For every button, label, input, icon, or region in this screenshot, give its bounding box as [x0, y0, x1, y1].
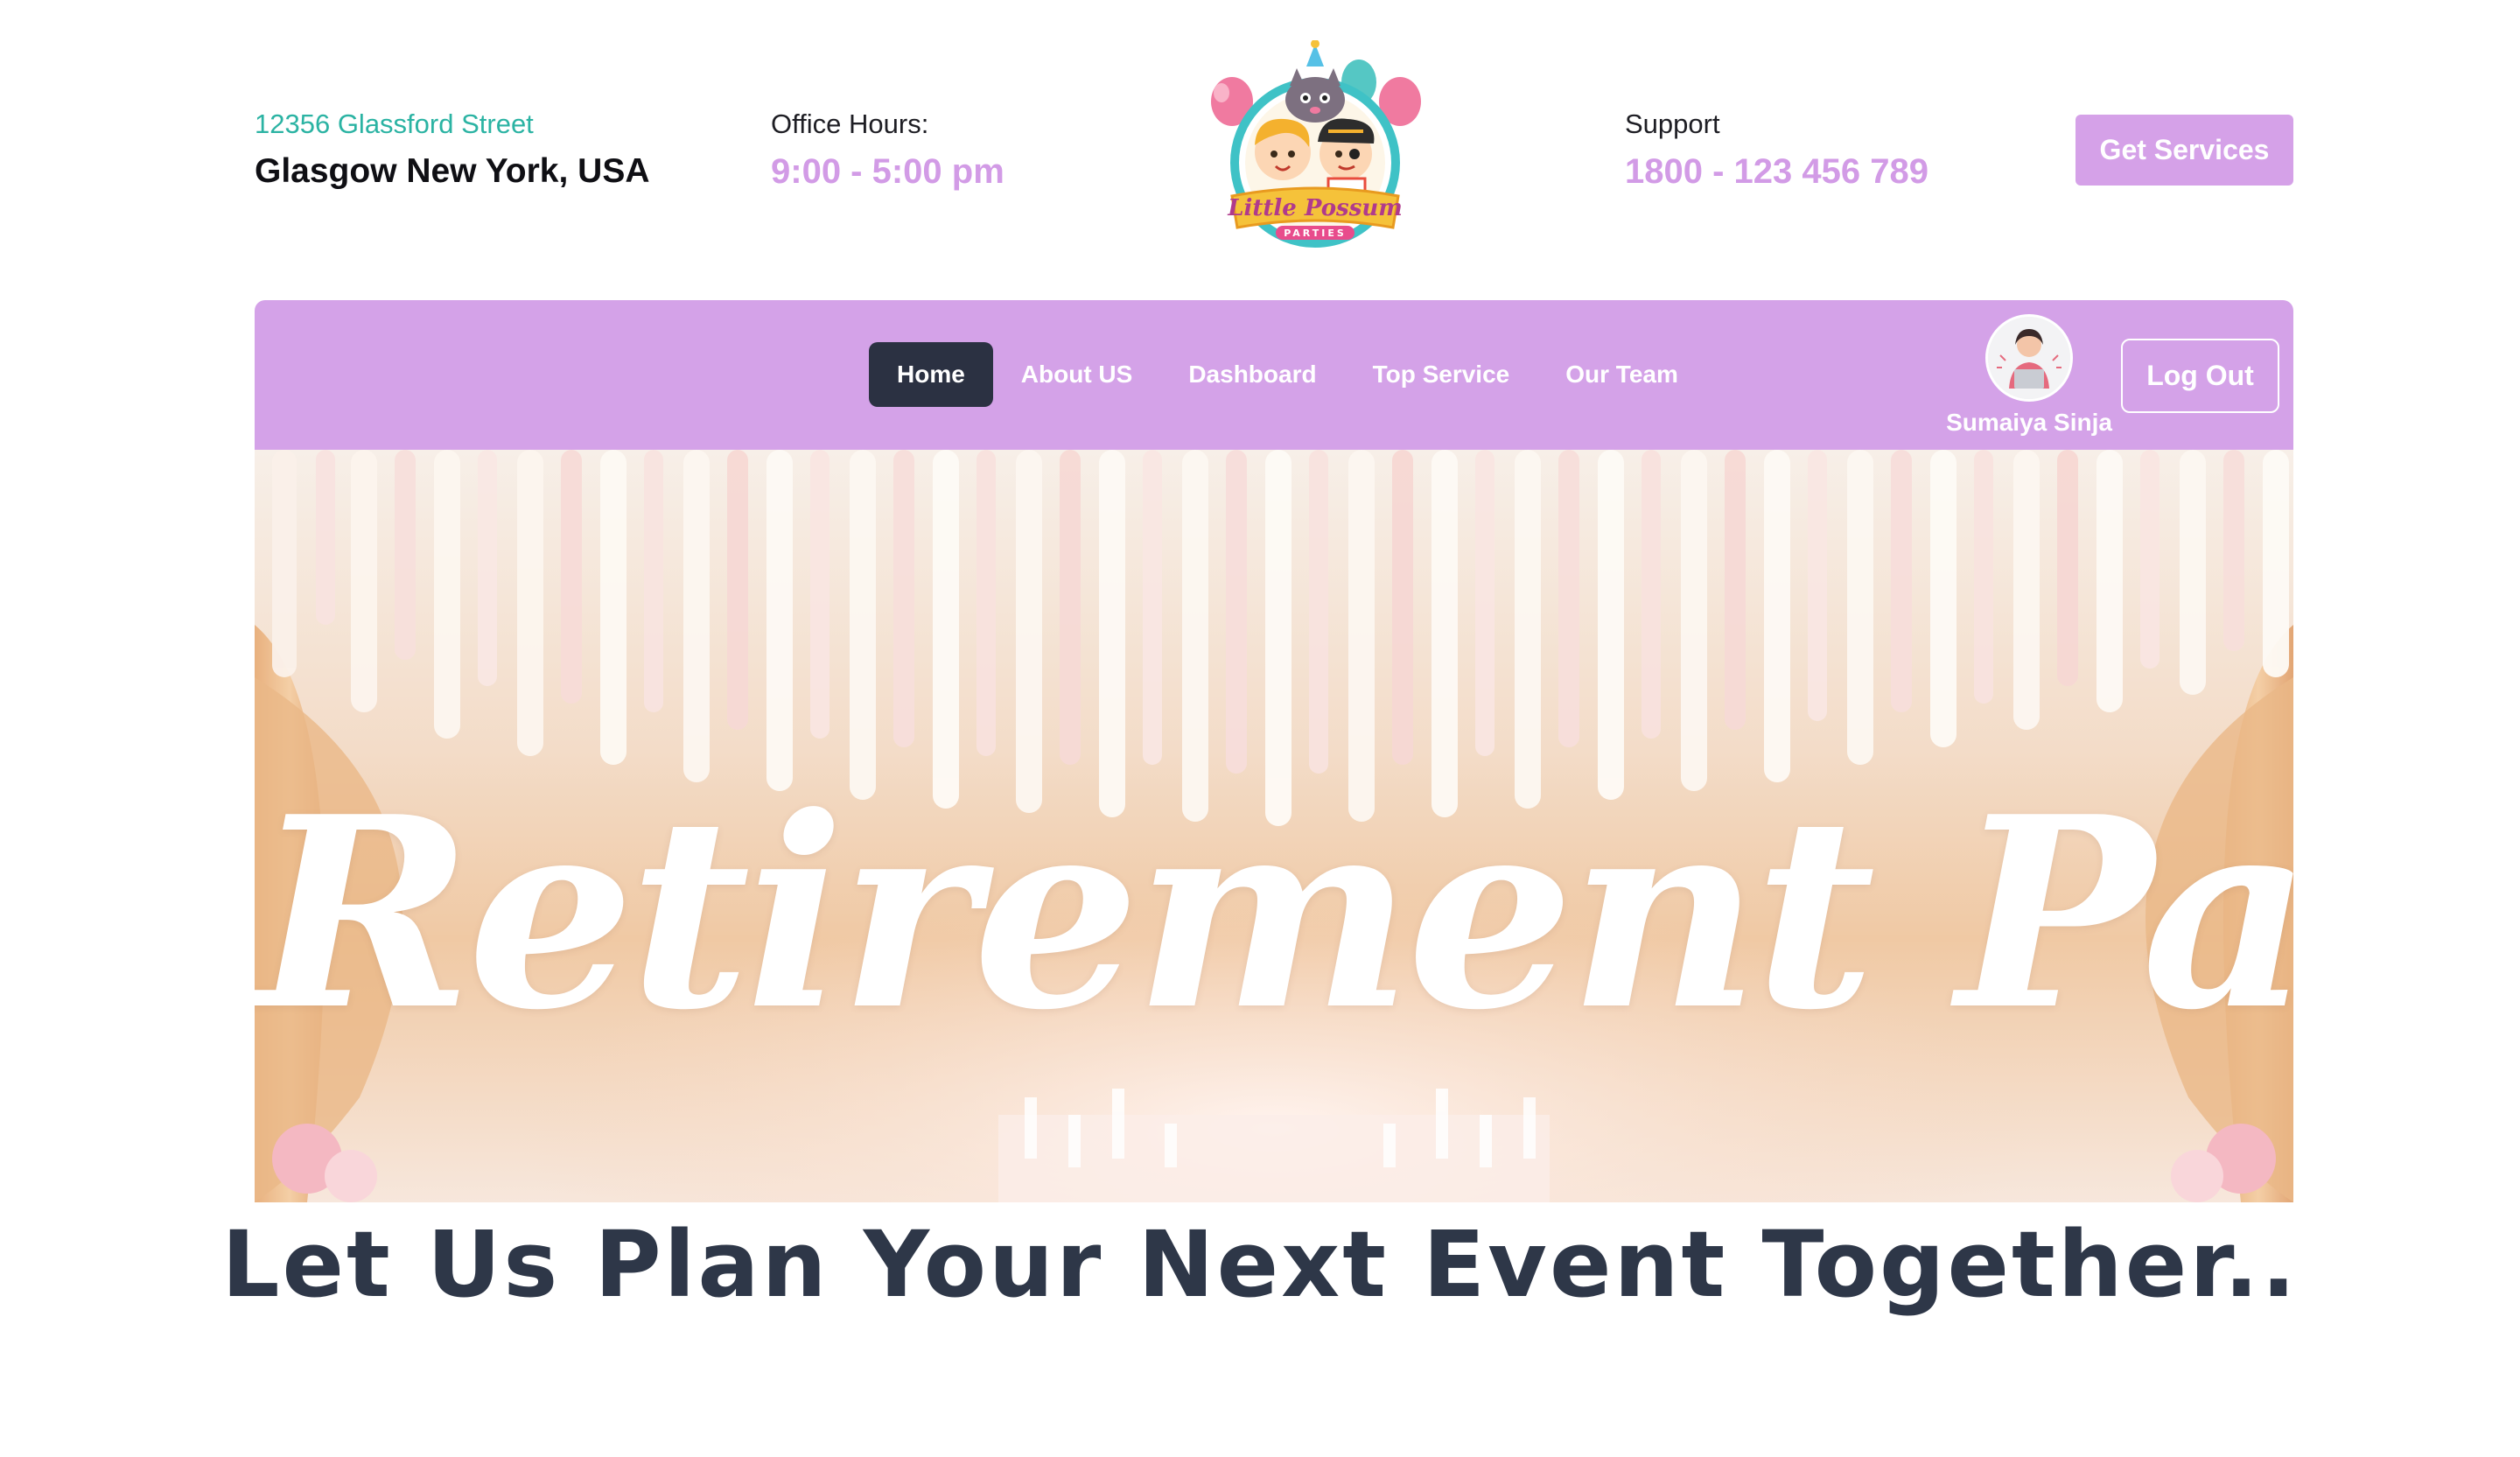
- address-city: Glasgow New York, USA: [255, 152, 650, 190]
- little-possum-logo-icon: Little Possum PARTIES: [1211, 39, 1421, 248]
- user-profile[interactable]: Sumaiya Sinja: [1942, 314, 2117, 437]
- user-avatar-icon: [1988, 317, 2070, 399]
- nav-links: Home About US Dashboard Top Service Our …: [869, 342, 1706, 407]
- nav-home[interactable]: Home: [869, 342, 993, 407]
- nav-top-service[interactable]: Top Service: [1345, 342, 1538, 407]
- address-street: 12356 Glassford Street: [255, 109, 534, 139]
- main-navbar: Home About US Dashboard Top Service Our …: [255, 300, 2293, 450]
- address-block: 12356 Glassford Street Glasgow New York,…: [255, 107, 650, 194]
- top-info-bar: 12356 Glassford Street Glasgow New York,…: [0, 0, 2520, 298]
- support-label: Support: [1625, 109, 1720, 139]
- logout-button[interactable]: Log Out: [2121, 339, 2279, 413]
- svg-text:Little Possum: Little Possum: [1227, 195, 1403, 221]
- site-logo[interactable]: Little Possum PARTIES: [1206, 39, 1424, 256]
- office-hours-label: Office Hours:: [771, 109, 929, 139]
- hero-title: Retirement Parties: [255, 759, 2293, 1068]
- user-name: Sumaiya Sinja: [1946, 409, 2112, 436]
- nav-about-us[interactable]: About US: [993, 342, 1161, 407]
- office-hours-block: Office Hours: 9:00 - 5:00 pm: [771, 107, 1004, 194]
- page-tagline: Let Us Plan Your Next Event Together..: [221, 1211, 2299, 1318]
- nav-our-team[interactable]: Our Team: [1537, 342, 1706, 407]
- get-services-button[interactable]: Get Services: [2076, 115, 2293, 186]
- hero-banner: Retirement Parties: [255, 450, 2293, 1202]
- support-block: Support 1800 - 123 456 789: [1625, 107, 1928, 194]
- office-hours-value: 9:00 - 5:00 pm: [771, 152, 1004, 191]
- nav-dashboard[interactable]: Dashboard: [1160, 342, 1344, 407]
- support-phone[interactable]: 1800 - 123 456 789: [1625, 149, 1928, 194]
- page: 12356 Glassford Street Glasgow New York,…: [0, 0, 2520, 1457]
- avatar[interactable]: [1985, 314, 2073, 402]
- svg-text:PARTIES: PARTIES: [1284, 228, 1347, 239]
